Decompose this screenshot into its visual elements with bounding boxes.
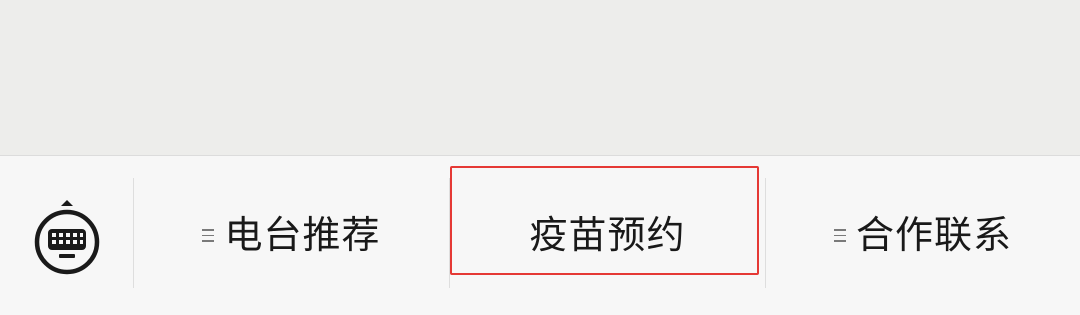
keyboard-icon [34, 199, 100, 274]
menu-item-radio-recommend[interactable]: 电台推荐 [134, 156, 449, 315]
menu-item-label: 电台推荐 [224, 212, 381, 257]
list-icon [202, 228, 215, 244]
menu-item-label: 疫苗预约 [529, 212, 686, 257]
chat-content-area [0, 0, 1080, 155]
menu-item-vaccine-booking[interactable]: 疫苗预约 [450, 156, 765, 315]
list-icon [833, 228, 846, 244]
keyboard-toggle-button[interactable] [0, 156, 134, 315]
menu-item-contact[interactable]: 合作联系 [766, 156, 1080, 315]
menu-item-label: 合作联系 [855, 212, 1012, 257]
bottom-menu-bar: 电台推荐 疫苗预约 合作联系 [0, 155, 1080, 315]
